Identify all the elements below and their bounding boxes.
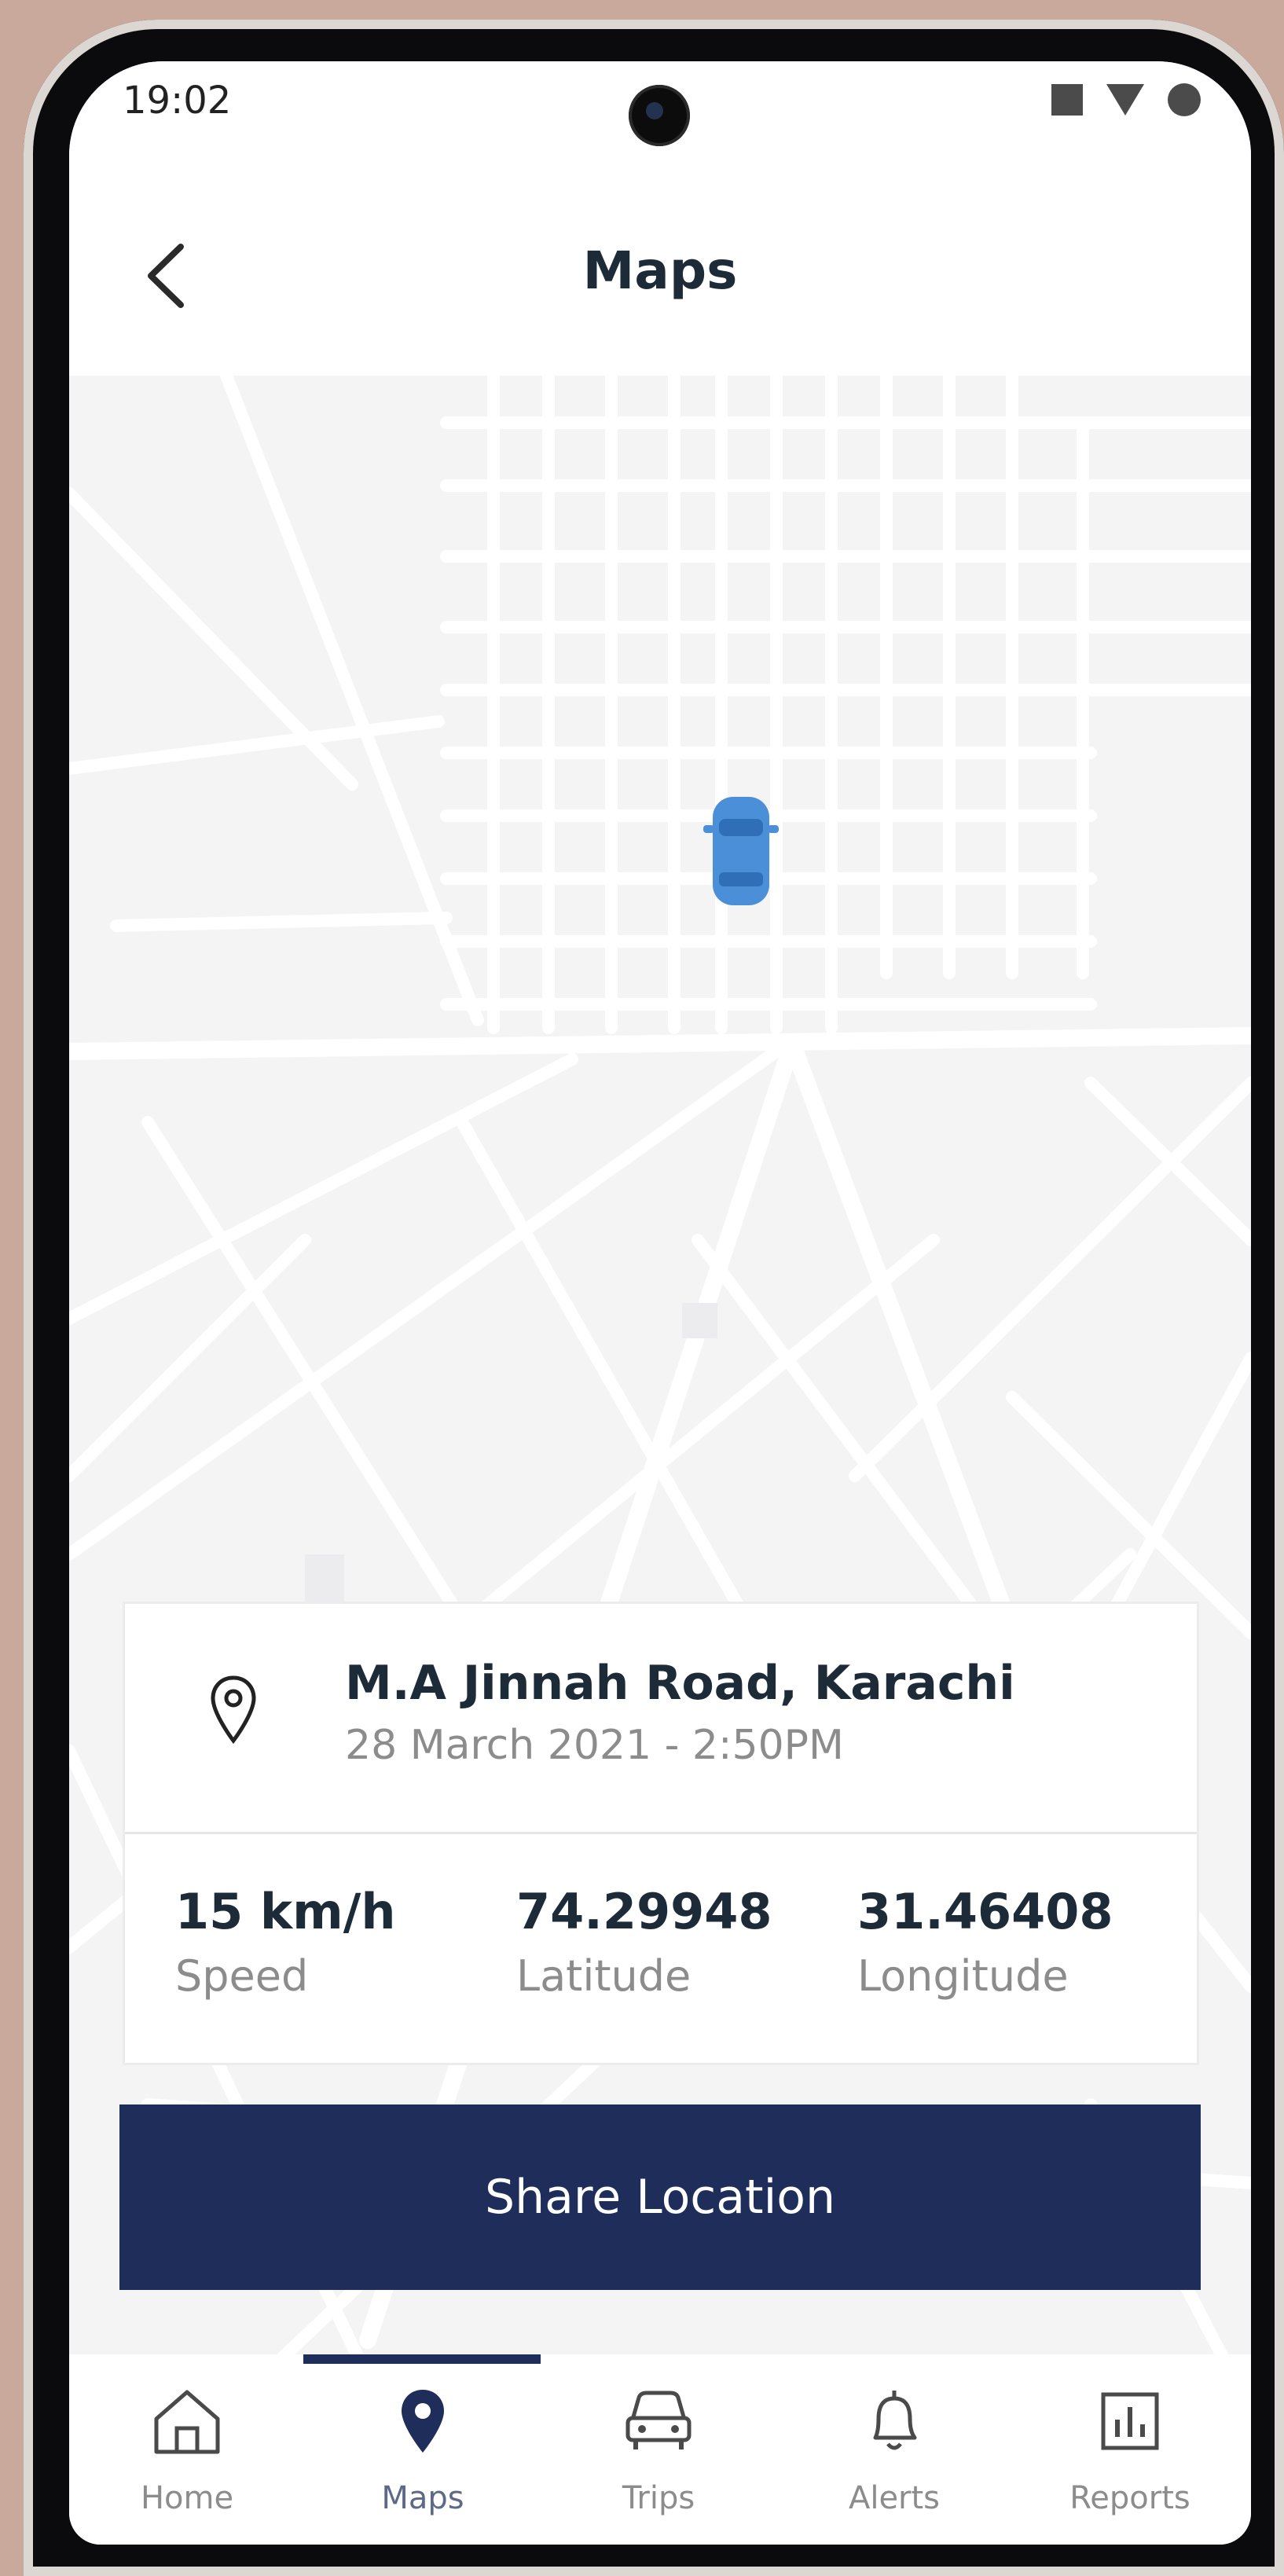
- tab-maps[interactable]: Maps: [305, 2354, 541, 2545]
- battery-dot-icon: [1168, 83, 1201, 116]
- tab-alerts-label: Alerts: [848, 2480, 941, 2516]
- tab-maps-label: Maps: [381, 2480, 464, 2516]
- car-icon: [625, 2391, 692, 2449]
- status-bar: 19:02: [69, 61, 1251, 179]
- bar-chart-icon: [1101, 2392, 1159, 2450]
- speed-value: 15 km/h: [175, 1883, 396, 1940]
- location-pin-icon: [211, 1675, 256, 1745]
- share-location-button[interactable]: Share Location: [119, 2104, 1201, 2290]
- location-info-card: M.A Jinnah Road, Karachi 28 March 2021 -…: [123, 1602, 1199, 2065]
- stat-speed: 15 km/h Speed: [175, 1883, 395, 2001]
- signal-icon: [1106, 84, 1144, 116]
- longitude-label: Longitude: [857, 1951, 1069, 2001]
- location-header: M.A Jinnah Road, Karachi 28 March 2021 -…: [125, 1604, 1197, 1834]
- page-title: Maps: [582, 240, 738, 301]
- location-address: M.A Jinnah Road, Karachi: [345, 1656, 1015, 1711]
- stat-longitude: 31.46408 Longitude: [857, 1883, 1113, 2001]
- bottom-tab-bar: Home Maps Trips Alerts Reports: [69, 2354, 1251, 2545]
- app-header: Maps: [69, 179, 1251, 376]
- vehicle-marker-icon[interactable]: [702, 792, 780, 910]
- tab-trips[interactable]: Trips: [541, 2354, 776, 2545]
- map-pin-icon: [402, 2390, 444, 2453]
- front-camera: [629, 85, 690, 146]
- home-icon: [154, 2390, 220, 2454]
- notification-square-icon: [1051, 84, 1083, 116]
- tab-reports-label: Reports: [1069, 2480, 1190, 2516]
- latitude-label: Latitude: [516, 1951, 692, 2001]
- latitude-value: 74.29948: [516, 1883, 772, 1940]
- tab-alerts[interactable]: Alerts: [776, 2354, 1012, 2545]
- stat-latitude: 74.29948 Latitude: [516, 1883, 772, 2001]
- tab-reports[interactable]: Reports: [1012, 2354, 1248, 2545]
- tab-home[interactable]: Home: [69, 2354, 305, 2545]
- bell-icon: [873, 2391, 917, 2450]
- status-icons: [1051, 83, 1201, 116]
- location-datetime: 28 March 2021 - 2:50PM: [345, 1722, 844, 1769]
- longitude-value: 31.46408: [857, 1883, 1113, 1940]
- tab-trips-label: Trips: [622, 2480, 695, 2516]
- status-time: 19:02: [123, 79, 232, 123]
- tab-home-label: Home: [140, 2480, 234, 2516]
- app-screen: 19:02 Maps M.A Jinnah Road, Karachi 28 M…: [69, 61, 1251, 2545]
- speed-label: Speed: [175, 1951, 309, 2001]
